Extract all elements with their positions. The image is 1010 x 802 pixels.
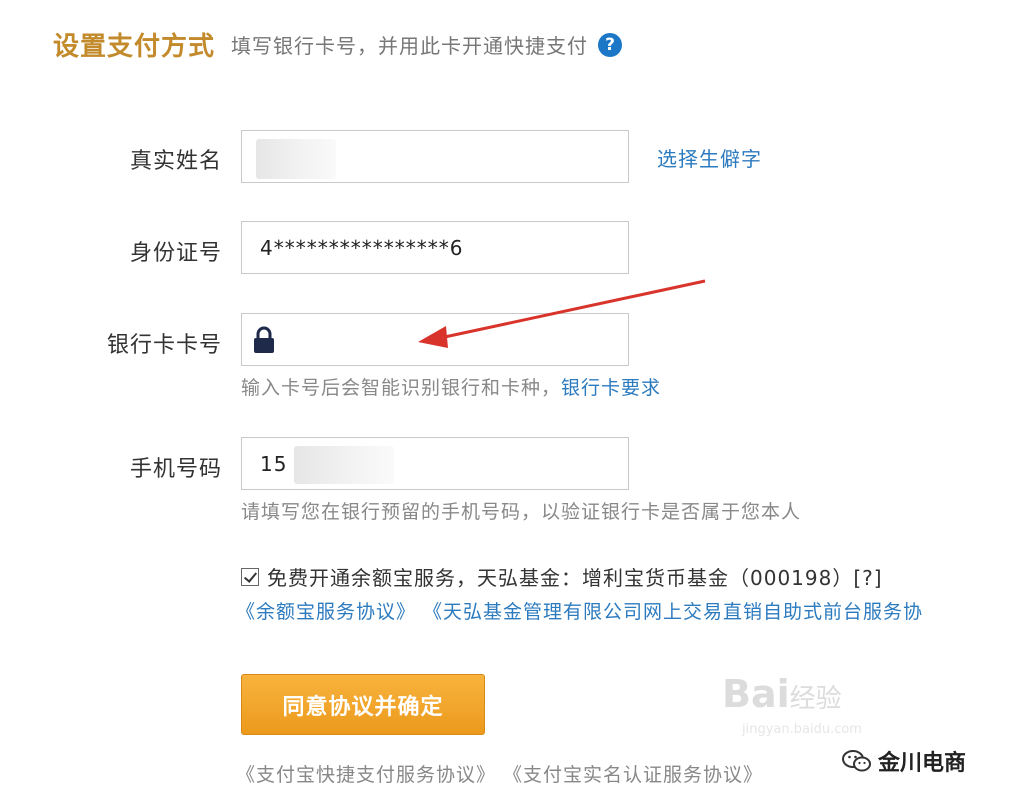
phone-hint: 请填写您在银行预留的手机号码，以验证银行卡是否属于您本人: [241, 501, 802, 523]
blurred-phone: [294, 446, 394, 484]
bank-card-hint: 输入卡号后会智能识别银行和卡种，银行卡要求: [241, 373, 661, 400]
agreement-text: 免费开通余额宝服务，天弘基金：增利宝货币基金（000198）[?]: [267, 566, 883, 590]
agree-confirm-button[interactable]: 同意协议并确定: [241, 674, 485, 735]
watermark-text: Bai: [722, 672, 790, 716]
agreement-links[interactable]: 《余额宝服务协议》 《天弘基金管理有限公司网上交易直销自助式前台服务协: [236, 597, 948, 624]
agreement-checkbox[interactable]: [241, 567, 259, 586]
bank-card-label: 银行卡卡号: [106, 333, 222, 358]
bank-card-hint-text: 输入卡号后会智能识别银行和卡种，: [241, 377, 562, 399]
rare-character-link[interactable]: 选择生僻字: [657, 143, 762, 172]
phone-label: 手机号码: [129, 457, 222, 482]
question-icon[interactable]: ?: [598, 32, 623, 57]
phone-input[interactable]: 15: [241, 437, 629, 490]
page-header: 设置支付方式 填写银行卡号，并用此卡开通快捷支付 ?: [53, 26, 623, 63]
footer-agreement-links[interactable]: 《支付宝快捷支付服务协议》 《支付宝实名认证服务协议》: [236, 760, 763, 787]
watermark-suffix: 经验: [789, 684, 842, 714]
lock-icon: [254, 326, 274, 353]
watermark-url: jingyan.baidu.com: [742, 722, 862, 737]
bank-card-requirements-link[interactable]: 银行卡要求: [561, 377, 661, 399]
phone-value: 15: [260, 452, 288, 476]
brand-name: 金川电商: [878, 751, 967, 776]
id-label: 身份证号: [129, 241, 222, 266]
id-number-value: 4****************6: [260, 236, 464, 260]
baidu-watermark: Bai经验: [722, 672, 842, 716]
name-input[interactable]: [241, 130, 629, 183]
red-arrow-annotation: [418, 279, 706, 348]
agreement-row: 免费开通余额宝服务，天弘基金：增利宝货币基金（000198）[?]: [241, 562, 883, 591]
page-title: 设置支付方式: [53, 32, 216, 62]
wechat-icon: [842, 750, 871, 772]
page-subtitle: 填写银行卡号，并用此卡开通快捷支付: [231, 34, 589, 58]
brand-badge: 金川电商: [842, 745, 966, 777]
blurred-name: [256, 139, 336, 179]
id-number-input[interactable]: 4****************6: [241, 221, 629, 274]
name-label: 真实姓名: [129, 149, 222, 174]
